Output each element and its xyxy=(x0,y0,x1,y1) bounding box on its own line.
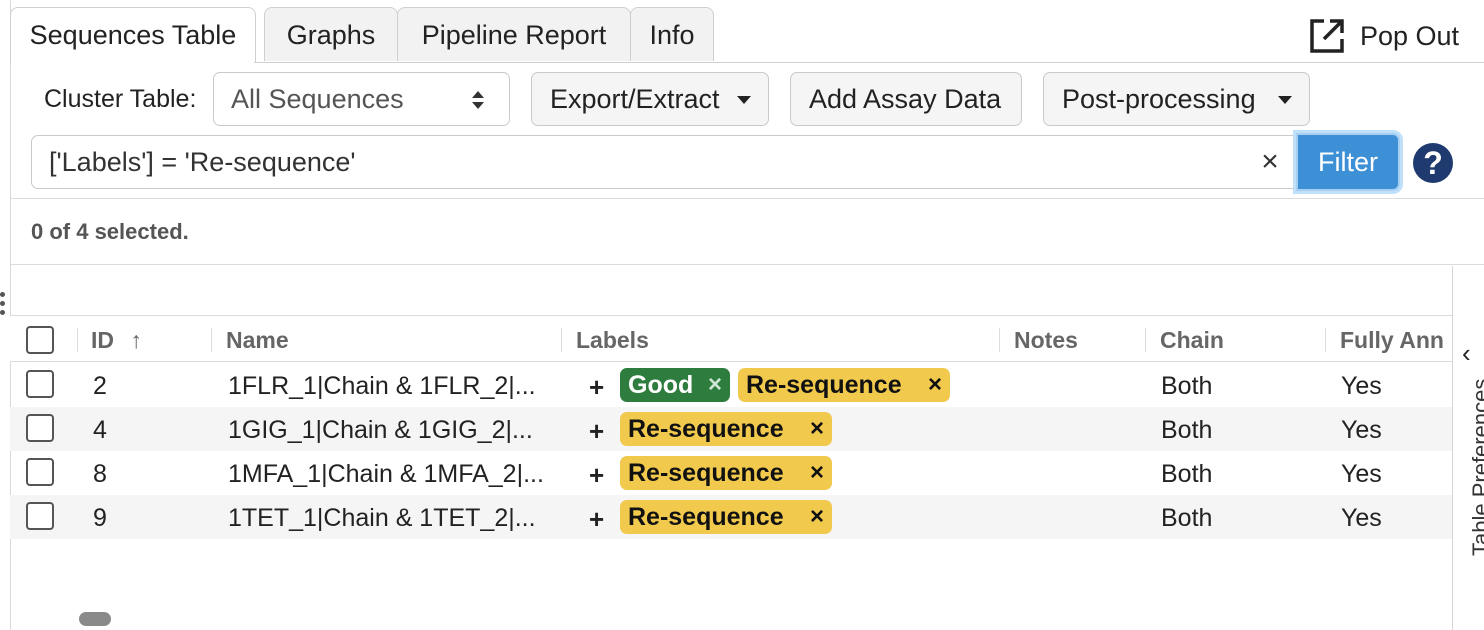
row-fully-annotated: Yes xyxy=(1341,460,1382,488)
tab-info[interactable]: Info xyxy=(630,7,714,61)
column-divider xyxy=(1145,328,1146,352)
row-chain: Both xyxy=(1161,372,1213,400)
row-chain: Both xyxy=(1161,460,1213,488)
select-all-checkbox[interactable] xyxy=(26,326,54,354)
sort-ascending-icon: ↑ xyxy=(130,327,142,353)
horizontal-scrollbar[interactable] xyxy=(79,612,111,626)
column-divider xyxy=(999,328,1000,352)
tab-sequences-table[interactable]: Sequences Table xyxy=(10,7,256,63)
divider xyxy=(10,361,1453,362)
column-header-id[interactable]: ID ↑ xyxy=(91,326,142,354)
caret-down-icon xyxy=(1278,96,1292,104)
help-icon[interactable]: ? xyxy=(1413,143,1453,183)
row-chain: Both xyxy=(1161,504,1213,532)
label-tag-text: Re-sequence xyxy=(746,371,902,399)
column-divider xyxy=(561,328,562,352)
label-tag-text: Re-sequence xyxy=(628,503,784,531)
row-id: 2 xyxy=(93,372,107,400)
column-header-name[interactable]: Name xyxy=(226,326,289,354)
row-checkbox[interactable] xyxy=(26,502,54,530)
add-assay-data-label: Add Assay Data xyxy=(809,84,1002,114)
row-id: 8 xyxy=(93,460,107,488)
tab-divider xyxy=(254,62,1484,63)
chevron-left-icon[interactable]: ‹ xyxy=(1462,338,1471,369)
row-name[interactable]: 1MFA_1|Chain & 1MFA_2|... xyxy=(228,459,544,489)
external-link-icon xyxy=(1310,19,1344,53)
column-header-labels[interactable]: Labels xyxy=(576,326,649,354)
label-tag-text: Good xyxy=(628,371,694,399)
column-header-fully-annotated[interactable]: Fully Ann xyxy=(1340,326,1444,354)
pop-out-button[interactable]: Pop Out xyxy=(1308,16,1459,56)
remove-label-icon[interactable]: × xyxy=(810,456,824,490)
filter-button[interactable]: Filter xyxy=(1296,133,1400,191)
column-header-id-label: ID xyxy=(91,327,114,353)
divider xyxy=(10,198,1484,199)
caret-down-icon xyxy=(737,96,751,104)
label-tag-re-sequence[interactable]: Re-sequence × xyxy=(620,500,832,534)
export-extract-label: Export/Extract xyxy=(550,84,720,114)
label-tag-good[interactable]: Good × xyxy=(620,368,730,402)
row-checkbox[interactable] xyxy=(26,458,54,486)
column-divider xyxy=(77,328,78,352)
filter-query-input[interactable]: ['Labels'] = 'Re-sequence' xyxy=(31,135,1297,189)
post-processing-button[interactable]: Post-processing xyxy=(1043,72,1310,126)
row-fully-annotated: Yes xyxy=(1341,372,1382,400)
add-label-icon[interactable]: + xyxy=(589,504,604,535)
row-checkbox[interactable] xyxy=(26,414,54,442)
label-tag-re-sequence[interactable]: Re-sequence × xyxy=(620,456,832,490)
selection-count: 0 of 4 selected. xyxy=(31,219,189,244)
tab-graphs[interactable]: Graphs xyxy=(264,7,398,61)
label-tag-text: Re-sequence xyxy=(628,415,784,443)
label-tag-text: Re-sequence xyxy=(628,459,784,487)
cluster-table-label: Cluster Table: xyxy=(44,85,197,113)
label-tag-re-sequence[interactable]: Re-sequence × xyxy=(738,368,950,402)
resize-handle-icon[interactable] xyxy=(0,292,6,326)
post-processing-label: Post-processing xyxy=(1062,84,1256,114)
row-chain: Both xyxy=(1161,416,1213,444)
column-divider xyxy=(1325,328,1326,352)
export-extract-button[interactable]: Export/Extract xyxy=(531,72,769,126)
row-fully-annotated: Yes xyxy=(1341,416,1382,444)
table-preferences-label[interactable]: Table Preferences xyxy=(1468,379,1484,556)
add-label-icon[interactable]: + xyxy=(589,460,604,491)
select-arrows-icon xyxy=(472,91,484,109)
row-id: 4 xyxy=(93,416,107,444)
tab-pipeline-report[interactable]: Pipeline Report xyxy=(397,7,631,61)
row-name[interactable]: 1FLR_1|Chain & 1FLR_2|... xyxy=(228,371,536,401)
add-label-icon[interactable]: + xyxy=(589,416,604,447)
row-checkbox[interactable] xyxy=(26,370,54,398)
clear-filter-icon[interactable]: × xyxy=(1258,147,1282,177)
add-label-icon[interactable]: + xyxy=(589,372,604,403)
add-assay-data-button[interactable]: Add Assay Data xyxy=(790,72,1022,126)
column-header-notes[interactable]: Notes xyxy=(1014,326,1078,354)
pop-out-label: Pop Out xyxy=(1360,20,1460,51)
column-divider xyxy=(211,328,212,352)
cluster-table-value: All Sequences xyxy=(231,84,404,114)
row-name[interactable]: 1TET_1|Chain & 1TET_2|... xyxy=(228,503,536,533)
divider xyxy=(10,264,1484,265)
remove-label-icon[interactable]: × xyxy=(810,500,824,534)
label-tag-re-sequence[interactable]: Re-sequence × xyxy=(620,412,832,446)
cluster-table-select[interactable]: All Sequences xyxy=(213,72,510,126)
remove-label-icon[interactable]: × xyxy=(928,368,942,402)
remove-label-icon[interactable]: × xyxy=(708,368,722,402)
column-header-chain[interactable]: Chain xyxy=(1160,326,1224,354)
row-fully-annotated: Yes xyxy=(1341,504,1382,532)
row-name[interactable]: 1GIG_1|Chain & 1GIG_2|... xyxy=(228,415,533,445)
table-row[interactable] xyxy=(10,363,1453,407)
remove-label-icon[interactable]: × xyxy=(810,412,824,446)
row-id: 9 xyxy=(93,504,107,532)
